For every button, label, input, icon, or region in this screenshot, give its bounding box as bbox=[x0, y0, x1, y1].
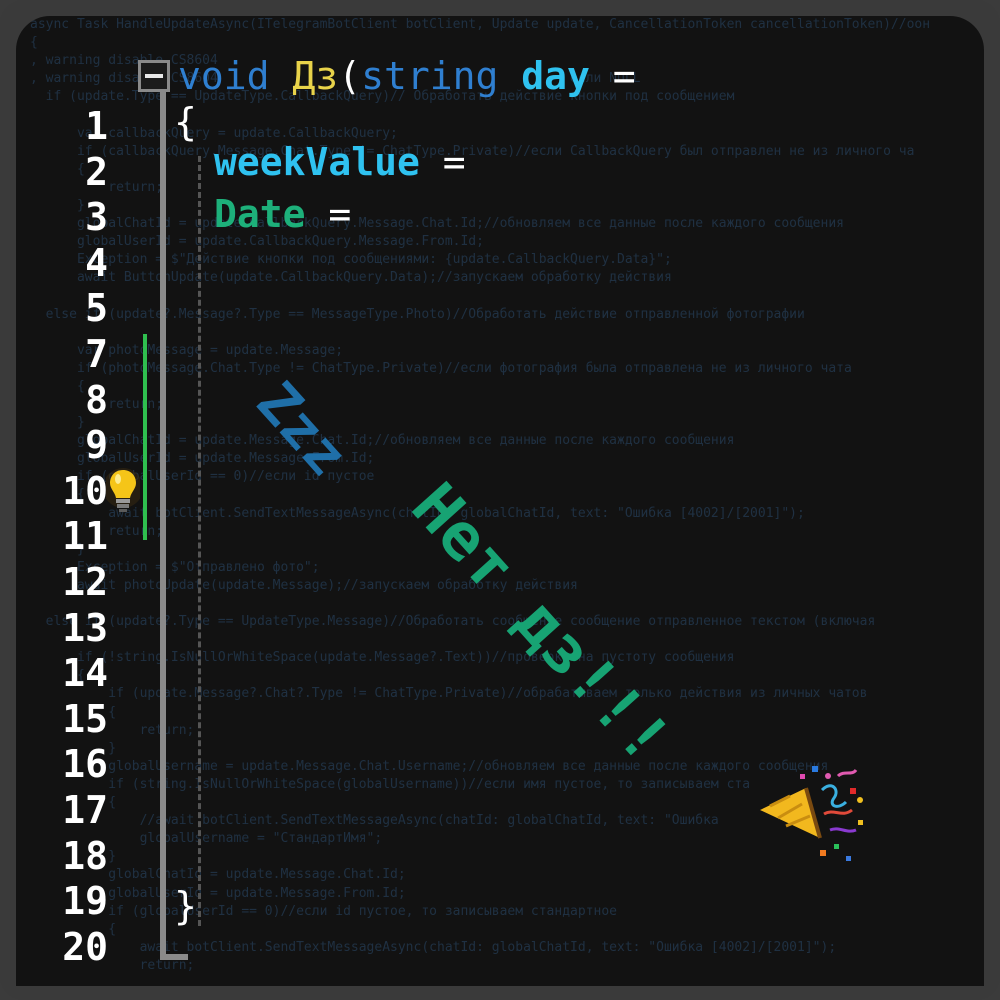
brace-close: } bbox=[174, 884, 197, 928]
background-code-line: if (update.Message?.Chat?.Type != ChatTy… bbox=[30, 686, 868, 702]
keyword-void: void bbox=[178, 54, 270, 98]
date-line: Date = bbox=[214, 192, 351, 236]
brace-open: { bbox=[174, 100, 197, 144]
fold-guide-end bbox=[160, 954, 188, 960]
background-code-line: globalChatId = update.Message.Chat.Id;//… bbox=[30, 433, 735, 449]
line-number: 8 bbox=[85, 377, 108, 422]
line-number: 18 bbox=[62, 833, 108, 878]
param-type: string bbox=[361, 54, 499, 98]
method-name: Дз bbox=[292, 54, 339, 98]
week-value-line: weekValue = bbox=[214, 140, 466, 184]
background-code-line: { bbox=[30, 704, 117, 720]
line-number: 13 bbox=[62, 605, 108, 650]
param-name: day bbox=[521, 54, 590, 98]
background-code-line: return; bbox=[30, 179, 164, 195]
line-number: 19 bbox=[62, 879, 108, 924]
line-number: 11 bbox=[62, 514, 108, 559]
background-code-line: async Task HandleUpdateAsync(ITelegramBo… bbox=[30, 17, 931, 32]
background-code-line: { bbox=[30, 378, 85, 394]
collapse-toggle-button[interactable] bbox=[138, 60, 170, 92]
line-number: 2 bbox=[85, 149, 108, 194]
minus-icon bbox=[145, 74, 163, 78]
frame: async Task HandleUpdateAsync(ITelegramBo… bbox=[0, 0, 1000, 1000]
background-code-line: if (photoMessage.Chat.Type != ChatType.P… bbox=[30, 360, 852, 376]
line-numbers: 1 2 3 4 5 7 8 9 10 11 12 13 14 15 16 17 18 19 20 bbox=[16, 104, 108, 970]
background-code-line: return; bbox=[30, 722, 195, 738]
line-number: 14 bbox=[62, 651, 108, 696]
background-code-line: Exception = $"Действие кнопки под сообще… bbox=[30, 252, 672, 268]
background-code-line: } bbox=[30, 740, 117, 756]
background-code-line: globalUserId = update.Message.From.Id; bbox=[30, 451, 375, 467]
background-code-line bbox=[30, 324, 984, 342]
line-number: 20 bbox=[62, 924, 108, 969]
background-code-line: await botClient.SendTextMessageAsync(cha… bbox=[30, 505, 805, 521]
background-code-line: if (globalUserId == 0)//если id пустое bbox=[30, 469, 375, 485]
line-number: 17 bbox=[62, 787, 108, 832]
background-code-line: } bbox=[30, 197, 85, 213]
equals-sign: = bbox=[589, 54, 636, 98]
line-number: 9 bbox=[85, 423, 108, 468]
lightbulb-icon[interactable] bbox=[106, 466, 140, 516]
line-number: 7 bbox=[85, 331, 108, 376]
date-equals: = bbox=[305, 192, 352, 236]
line-number: 4 bbox=[85, 240, 108, 285]
week-value-name: weekValue bbox=[214, 140, 420, 184]
line-number: 16 bbox=[62, 742, 108, 787]
background-code-line: var photoMessage = update.Message; bbox=[30, 342, 344, 358]
background-code-line: else if (update?.Message?.Type == Messag… bbox=[30, 306, 805, 322]
line-number: 1 bbox=[85, 104, 108, 148]
background-code-line: await ButtonUpdate(update.CallbackQuery.… bbox=[30, 270, 672, 286]
method-signature: void Дз(string day = bbox=[178, 54, 636, 98]
background-code-line: { bbox=[30, 161, 85, 177]
indent-guide bbox=[198, 156, 201, 926]
line-number: 12 bbox=[62, 559, 108, 604]
paren-open: ( bbox=[338, 54, 362, 98]
background-code-line: } bbox=[30, 415, 85, 431]
line-number: 10 bbox=[62, 468, 108, 513]
background-code-line: { bbox=[30, 35, 38, 51]
line-number: 15 bbox=[62, 696, 108, 741]
background-code-line: if (!string.IsNullOrWhiteSpace(update.Me… bbox=[30, 650, 735, 666]
background-code-line: if (callbackQuery.Message.Chat.Type != C… bbox=[30, 143, 915, 159]
line-number: 5 bbox=[85, 286, 108, 331]
week-equals: = bbox=[419, 140, 466, 184]
date-name: Date bbox=[214, 192, 306, 236]
background-code-line: globalUserId = update.CallbackQuery.Mess… bbox=[30, 234, 484, 250]
party-popper-icon bbox=[760, 766, 863, 861]
background-code-line: { bbox=[30, 668, 85, 684]
line-number: 3 bbox=[85, 195, 108, 240]
background-code-line bbox=[30, 287, 984, 305]
background-code-line: return; bbox=[30, 396, 164, 412]
background-code-line: globalChatId = update.CallbackQuery.Mess… bbox=[30, 216, 844, 232]
fold-guide bbox=[160, 78, 166, 958]
change-marker bbox=[143, 334, 147, 540]
background-code-line: { bbox=[30, 487, 85, 503]
